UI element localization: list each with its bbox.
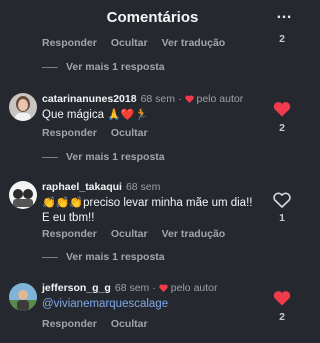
divider-line: [42, 256, 58, 258]
like-count: 2: [279, 311, 285, 323]
view-more-label: Ver mais 1 resposta: [66, 251, 165, 263]
hide-button[interactable]: Ocultar: [111, 228, 148, 240]
hide-button[interactable]: Ocultar: [111, 37, 148, 49]
avatar[interactable]: [9, 283, 37, 311]
more-options-icon[interactable]: …: [276, 5, 293, 23]
avatar[interactable]: [9, 181, 37, 209]
view-more-label: Ver mais 1 resposta: [66, 61, 165, 73]
separator-dot: ·: [178, 93, 182, 105]
username[interactable]: jefferson_g_g: [42, 282, 111, 294]
comment-text: @vivianemarquescalage: [42, 297, 168, 312]
mention-link[interactable]: @vivianemarquescalage: [42, 298, 168, 310]
comment-actions: Responder Ocultar: [42, 127, 162, 139]
username[interactable]: raphael_takaqui: [42, 181, 122, 193]
reply-button[interactable]: Responder: [42, 37, 97, 49]
hide-button[interactable]: Ocultar: [111, 318, 148, 330]
comment-actions: Responder Ocultar Ver tradução: [42, 228, 239, 240]
like-heart-icon[interactable]: [273, 101, 291, 117]
comment-meta: catarinanunes2018 68 sem · pelo autor: [42, 93, 243, 105]
comment-text: 👏👏👏preciso levar minha mãe um dia!!: [42, 196, 252, 211]
timestamp: 68 sem: [114, 282, 150, 294]
see-translation-button[interactable]: Ver tradução: [162, 228, 226, 240]
comment-text-line2: E eu tbm!!: [42, 212, 95, 224]
view-more-replies[interactable]: Ver mais 1 resposta: [42, 151, 165, 163]
comment-text-main: Que mágica: [42, 109, 105, 121]
timestamp: 68 sem: [140, 93, 175, 105]
comment-meta: jefferson_g_g 68 sem · pelo autor: [42, 282, 218, 294]
comment-text: Que mágica 🙏❤️🏃: [42, 108, 148, 123]
timestamp: 68 sem: [125, 181, 161, 193]
top-comment-actions: Responder Ocultar Ver tradução: [42, 37, 239, 49]
view-more-replies[interactable]: Ver mais 1 resposta: [42, 61, 165, 73]
separator-dot: ·: [152, 282, 156, 294]
liked-by-author-label: pelo autor: [170, 282, 218, 294]
comment-meta: raphael_takaqui 68 sem: [42, 181, 163, 193]
divider-line: [42, 66, 58, 68]
like-count: 1: [279, 212, 285, 224]
reply-button[interactable]: Responder: [42, 127, 97, 139]
comment-actions: Responder Ocultar: [42, 318, 162, 330]
comments-header: Comentários …: [0, 0, 305, 34]
heart-icon: [184, 95, 194, 103]
comment-emoji: 👏👏👏: [42, 197, 84, 209]
page-title: Comentários: [106, 9, 199, 26]
liked-by-author-label: pelo autor: [196, 93, 244, 105]
reply-button[interactable]: Responder: [42, 228, 97, 240]
avatar[interactable]: [9, 93, 37, 121]
heart-icon: [159, 284, 168, 292]
like-count: 2: [279, 122, 285, 134]
hide-button[interactable]: Ocultar: [111, 127, 148, 139]
view-more-label: Ver mais 1 resposta: [66, 151, 165, 163]
comment-text-line1: preciso levar minha mãe um dia!!: [83, 197, 253, 209]
view-more-replies[interactable]: Ver mais 1 resposta: [42, 251, 165, 263]
divider-line: [42, 156, 58, 158]
like-heart-outline-icon[interactable]: [273, 192, 291, 208]
comment-emoji: 🙏❤️🏃: [107, 109, 149, 121]
username[interactable]: catarinanunes2018: [42, 93, 137, 105]
like-heart-icon[interactable]: [273, 290, 291, 306]
see-translation-button[interactable]: Ver tradução: [162, 37, 226, 49]
reply-button[interactable]: Responder: [42, 318, 97, 330]
like-count: 2: [279, 33, 285, 45]
